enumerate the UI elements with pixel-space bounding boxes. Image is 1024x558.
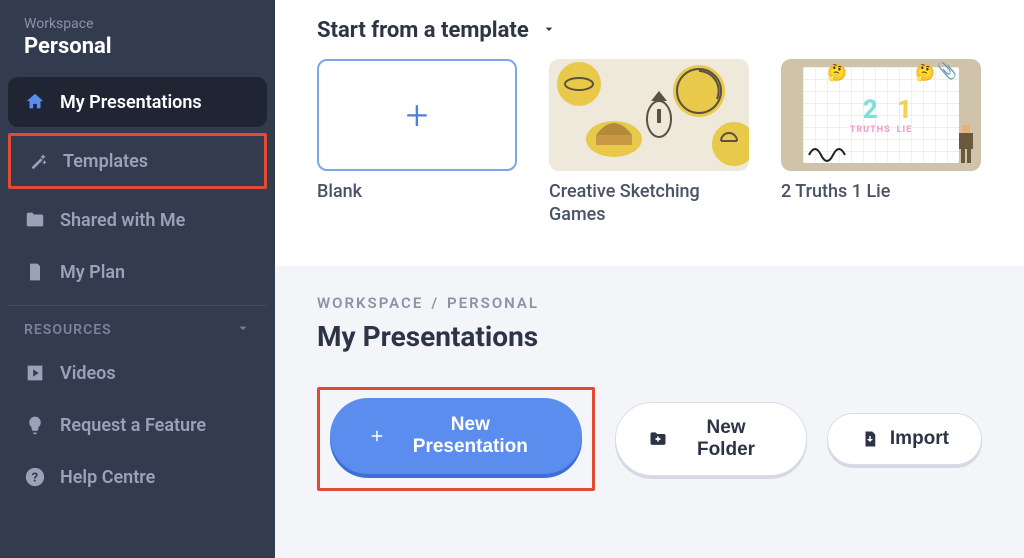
breadcrumb-item[interactable]: WORKSPACE — [317, 294, 423, 312]
wand-icon — [27, 150, 49, 172]
sidebar-nav: My Presentations Templates Shared with M… — [8, 77, 267, 297]
folder-shared-icon — [24, 209, 46, 231]
action-row: New Presentation New Folder Import — [317, 387, 982, 491]
sidebar-item-label: Templates — [63, 151, 148, 172]
person-illustration-icon — [953, 121, 979, 167]
truths-num-1: 2 — [850, 95, 891, 125]
squiggle-icon — [807, 145, 847, 165]
sidebar-item-my-presentations[interactable]: My Presentations — [8, 77, 267, 127]
highlight-new-presentation: New Presentation — [317, 387, 595, 491]
folder-plus-icon — [648, 429, 668, 449]
sidebar-item-label: Request a Feature — [60, 415, 206, 436]
button-label: New Presentation — [397, 414, 545, 458]
resources-nav: Videos Request a Feature ? Help Centre — [8, 348, 267, 502]
page-title: My Presentations — [317, 320, 982, 353]
play-icon — [24, 362, 46, 384]
sidebar-item-request-feature[interactable]: Request a Feature — [8, 400, 267, 450]
sidebar-item-shared[interactable]: Shared with Me — [8, 195, 267, 245]
sidebar-item-label: My Presentations — [60, 92, 202, 113]
template-label: Blank — [317, 181, 517, 204]
sidebar-item-templates[interactable]: Templates — [11, 136, 264, 186]
template-thumb: 2 TRUTHS 1 LIE 🤔 🤔 — [781, 59, 981, 171]
sidebar-item-label: Videos — [60, 363, 116, 384]
template-thumb — [549, 59, 749, 171]
workspace-switcher[interactable]: Workspace Personal — [8, 16, 267, 77]
sidebar-item-videos[interactable]: Videos — [8, 348, 267, 398]
templates-heading-label: Start from a template — [317, 18, 529, 43]
truths-num-2: 1 — [897, 95, 913, 125]
truths-txt-2: LIE — [897, 125, 913, 135]
breadcrumb-item[interactable]: PERSONAL — [447, 294, 539, 312]
templates-row: + Blank — [317, 59, 982, 226]
new-presentation-button[interactable]: New Presentation — [330, 398, 582, 474]
sidebar-item-label: Help Centre — [60, 467, 155, 488]
template-label: 2 Truths 1 Lie — [781, 181, 981, 204]
main-content: Start from a template + Blank — [275, 0, 1024, 558]
help-icon: ? — [24, 466, 46, 488]
import-button[interactable]: Import — [827, 413, 982, 465]
template-label: Creative Sketching Games — [549, 181, 749, 226]
home-icon — [24, 91, 46, 113]
templates-heading[interactable]: Start from a template — [317, 18, 982, 43]
thinking-emoji-icon: 🤔 — [915, 63, 935, 82]
sidebar-item-my-plan[interactable]: My Plan — [8, 247, 267, 297]
button-label: New Folder — [678, 417, 774, 461]
workspace-name: Personal — [24, 34, 251, 59]
truths-txt-1: TRUTHS — [850, 125, 891, 135]
invoice-icon — [24, 261, 46, 283]
breadcrumb-separator: / — [431, 294, 439, 312]
template-card-sketching[interactable]: Creative Sketching Games — [549, 59, 749, 226]
svg-text:?: ? — [32, 471, 38, 486]
plus-icon — [368, 426, 387, 446]
import-icon — [860, 429, 880, 449]
paperclip-icon: 📎 — [937, 61, 957, 80]
template-thumb: + — [317, 59, 517, 171]
sidebar: Workspace Personal My Presentations Temp… — [0, 0, 275, 558]
button-label: Import — [890, 428, 949, 450]
sidebar-item-label: Shared with Me — [60, 210, 185, 231]
workspace-label: Workspace — [24, 16, 251, 32]
breadcrumb: WORKSPACE / PERSONAL — [317, 294, 982, 312]
chevron-down-icon — [235, 320, 251, 340]
templates-section: Start from a template + Blank — [275, 0, 1024, 266]
sidebar-item-help-centre[interactable]: ? Help Centre — [8, 452, 267, 502]
plus-icon: + — [406, 92, 429, 139]
template-card-truths[interactable]: 2 TRUTHS 1 LIE 🤔 🤔 — [781, 59, 981, 226]
sidebar-item-label: My Plan — [60, 262, 125, 283]
thinking-emoji-icon: 🤔 — [827, 63, 847, 82]
template-card-blank[interactable]: + Blank — [317, 59, 517, 226]
folder-section: WORKSPACE / PERSONAL My Presentations Ne… — [275, 266, 1024, 491]
highlight-templates: Templates — [8, 133, 267, 189]
lightbulb-icon — [24, 414, 46, 436]
resources-heading[interactable]: RESOURCES — [8, 305, 267, 348]
section-label: RESOURCES — [24, 322, 112, 338]
new-folder-button[interactable]: New Folder — [615, 402, 807, 476]
chevron-down-icon — [541, 18, 557, 43]
